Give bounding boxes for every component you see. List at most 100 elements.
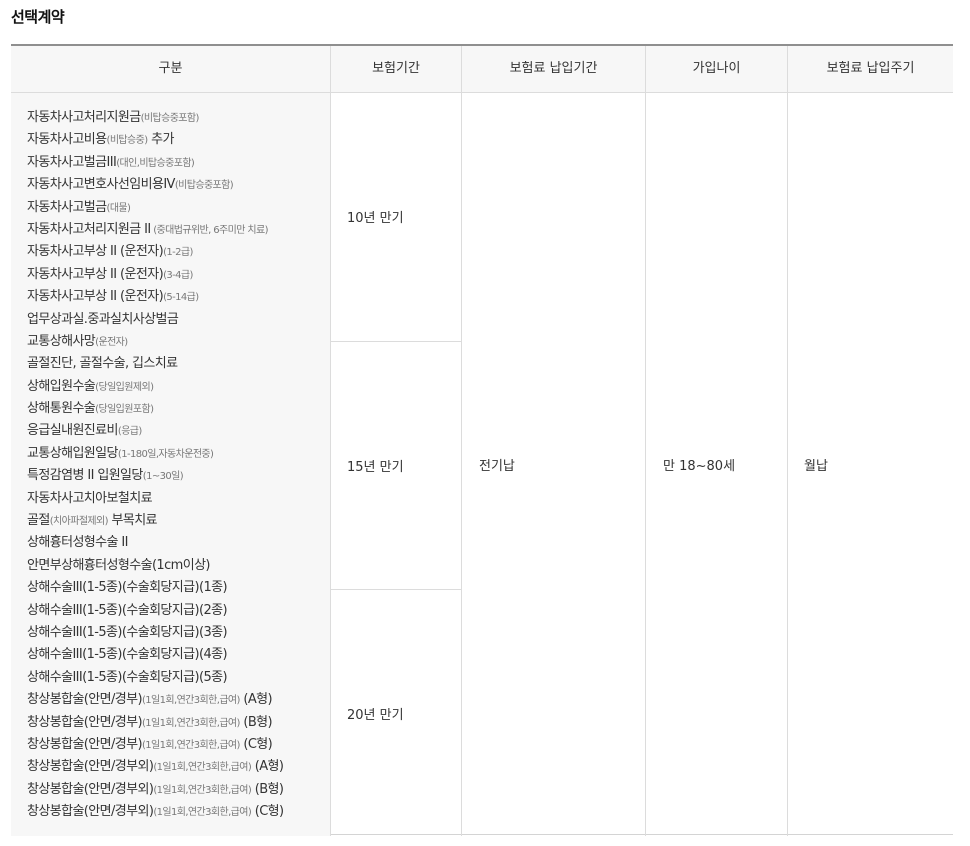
coverage-note: (1일1회,연간3회한,급여): [153, 807, 252, 819]
coverage-item: 응급실내원진료비(응급): [27, 420, 284, 442]
coverage-note: (중대법규위반, 6주미만 치료): [150, 224, 268, 236]
coverage-note: (1일1회,연간3회한,급여): [153, 762, 252, 774]
coverage-item: 자동차사고처리지원금 II (중대법규위반, 6주미만 치료): [27, 219, 284, 241]
coverage-item: 자동차사고처리지원금(비탑승중포함): [27, 107, 284, 129]
coverage-note: (비탑승중): [106, 135, 149, 147]
coverage-item: 골절(치아파절제외) 부목치료: [27, 510, 284, 532]
premium-payment-period-value: 전기납: [479, 459, 515, 474]
coverage-item: 자동차사고부상 II (운전자)(3-4급): [27, 264, 284, 286]
period-20-years: 20년 만기: [347, 707, 404, 723]
coverage-name: 교통상해사망: [27, 333, 96, 349]
column-divider: [461, 46, 462, 836]
coverage-suffix: (C형): [251, 804, 284, 820]
header-premium-payment-period: 보험료 납입기간: [509, 61, 598, 76]
coverage-name: 창상봉합술(안면/경부외): [27, 759, 154, 775]
coverage-name: 창상봉합술(안면/경부외): [27, 804, 154, 820]
coverage-note: (1일1회,연간3회한,급여): [141, 739, 240, 751]
coverage-note: (당일입원제외): [95, 381, 154, 393]
coverage-item: 안면부상해흉터성형수술(1cm이상): [27, 555, 284, 577]
coverage-note: (치아파절제외): [49, 516, 109, 528]
coverage-name: 상해입원수술: [27, 378, 96, 394]
header-insurance-period: 보험기간: [372, 61, 420, 76]
period-15-years: 15년 만기: [347, 460, 404, 475]
column-divider: [787, 46, 788, 836]
coverage-list-cell: 자동차사고처리지원금(비탑승중포함) 자동차사고비용(비탑승중) 추가 자동차사고벌…: [11, 93, 330, 836]
coverage-item: 상해수술III(1-5종)(수술회당지급)(1종): [27, 577, 284, 599]
coverage-name: 창상봉합술(안면/경부): [27, 714, 143, 730]
coverage-note: (1일1회,연간3회한,급여): [141, 717, 240, 729]
coverage-item: 상해수술III(1-5종)(수술회당지급)(2종): [27, 600, 284, 622]
coverage-note: (비탑승중포함): [174, 180, 234, 192]
coverage-name: 상해수술III(1-5종)(수술회당지급)(2종): [27, 602, 228, 618]
coverage-name: 자동차사고비용: [27, 132, 107, 148]
coverage-name: 상해수술III(1-5종)(수술회당지급)(4종): [27, 647, 228, 663]
coverage-name: 창상봉합술(안면/경부외): [27, 781, 154, 797]
coverage-name: 자동차사고부상 II (운전자): [27, 289, 164, 305]
coverage-note: (당일입원포함): [95, 404, 154, 416]
coverage-note: (3-4급): [163, 269, 193, 281]
entry-age-value: 만 18~80세: [663, 459, 736, 474]
coverage-note: (1-2급): [163, 247, 193, 259]
coverage-name: 자동차사고부상 II (운전자): [27, 266, 164, 282]
coverage-suffix: (C형): [239, 736, 273, 752]
coverage-item: 자동차사고비용(비탑승중) 추가: [27, 129, 284, 151]
coverage-name: 자동차사고벌금: [27, 199, 107, 215]
coverage-note: (운전자): [95, 336, 128, 348]
coverage-name: 골절진단, 골절수술, 깁스치료: [27, 356, 178, 372]
coverage-note: (비탑승중포함): [140, 113, 200, 124]
coverage-note: (응급): [117, 426, 142, 438]
coverage-suffix: 추가: [147, 132, 174, 148]
coverage-list: 자동차사고처리지원금(비탑승중포함) 자동차사고비용(비탑승중) 추가 자동차사고벌…: [27, 107, 284, 824]
coverage-item: 상해수술III(1-5종)(수술회당지급)(3종): [27, 622, 284, 644]
coverage-item: 자동차사고변호사선임비용IV(비탑승중포함): [27, 174, 284, 196]
coverage-suffix: (A형): [239, 692, 272, 708]
column-divider: [645, 46, 646, 836]
coverage-item: 자동차사고부상 II (운전자)(5-14급): [27, 286, 284, 308]
period-10-years: 10년 만기: [347, 211, 404, 226]
coverage-item: 창상봉합술(안면/경부외)(1일1회,연간3회한,급여) (A형): [27, 756, 284, 778]
coverage-name: 상해흉터성형수술 II: [27, 535, 128, 551]
table-header-row: 구분 보험기간 보험료 납입기간 가입나이 보험료 납입주기: [11, 46, 953, 93]
coverage-name: 상해수술III(1-5종)(수술회당지급)(1종): [27, 580, 228, 596]
section-title: 선택계약: [11, 8, 65, 26]
coverage-name: 상해통원수술: [27, 401, 96, 417]
coverage-name: 자동차사고벌금III: [27, 154, 117, 170]
coverage-item: 상해통원수술(당일입원포함): [27, 398, 284, 420]
coverage-item: 창상봉합술(안면/경부외)(1일1회,연간3회한,급여) (C형): [27, 801, 284, 823]
coverage-suffix: (B형): [239, 714, 272, 730]
coverage-item: 창상봉합술(안면/경부)(1일1회,연간3회한,급여) (C형): [27, 734, 284, 756]
coverage-suffix: 부목치료: [107, 513, 157, 529]
coverage-name: 자동차사고변호사선임비용IV: [27, 177, 175, 193]
coverage-suffix: (B형): [251, 781, 284, 797]
coverage-name: 창상봉합술(안면/경부): [27, 692, 143, 708]
coverage-item: 창상봉합술(안면/경부)(1일1회,연간3회한,급여) (A형): [27, 689, 284, 711]
coverage-name: 자동차사고치아보철치료: [27, 490, 153, 506]
header-entry-age: 가입나이: [692, 61, 741, 76]
coverage-item: 상해수술III(1-5종)(수술회당지급)(5종): [27, 667, 284, 689]
coverage-name: 골절: [27, 513, 50, 529]
coverage-name: 특정감염병 II 입원일당: [27, 468, 143, 484]
header-category: 구분: [158, 61, 183, 76]
coverage-item: 자동차사고벌금(대물): [27, 197, 284, 219]
coverage-name: 자동차사고처리지원금: [27, 110, 141, 125]
coverage-name: 상해수술III(1-5종)(수술회당지급)(3종): [27, 624, 228, 640]
coverage-name: 교통상해입원일당: [27, 445, 118, 461]
coverage-item: 자동차사고부상 II (운전자)(1-2급): [27, 241, 284, 263]
coverage-note: (1~30일): [142, 471, 184, 483]
coverage-item: 교통상해입원일당(1-180일,자동차운전중): [27, 443, 284, 465]
coverage-item: 자동차사고벌금III(대인,비탑승중포함): [27, 152, 284, 174]
coverage-item: 골절진단, 골절수술, 깁스치료: [27, 353, 284, 375]
coverage-item: 특정감염병 II 입원일당(1~30일): [27, 465, 284, 487]
payment-cycle-value: 월납: [804, 459, 828, 474]
coverage-item: 상해입원수술(당일입원제외): [27, 376, 284, 398]
coverage-name: 응급실내원진료비: [27, 423, 118, 439]
coverage-suffix: (A형): [251, 759, 284, 775]
coverage-item: 상해흉터성형수술 II: [27, 532, 284, 554]
coverage-note: (대인,비탑승중포함): [116, 157, 195, 169]
coverage-name: 상해수술III(1-5종)(수술회당지급)(5종): [27, 669, 228, 685]
coverage-item: 창상봉합술(안면/경부외)(1일1회,연간3회한,급여) (B형): [27, 779, 284, 801]
coverage-item: 자동차사고치아보철치료: [27, 488, 284, 510]
coverage-name: 창상봉합술(안면/경부): [27, 736, 143, 752]
coverage-item: 교통상해사망(운전자): [27, 331, 284, 353]
coverage-note: (1-180일,자동차운전중): [117, 448, 214, 460]
